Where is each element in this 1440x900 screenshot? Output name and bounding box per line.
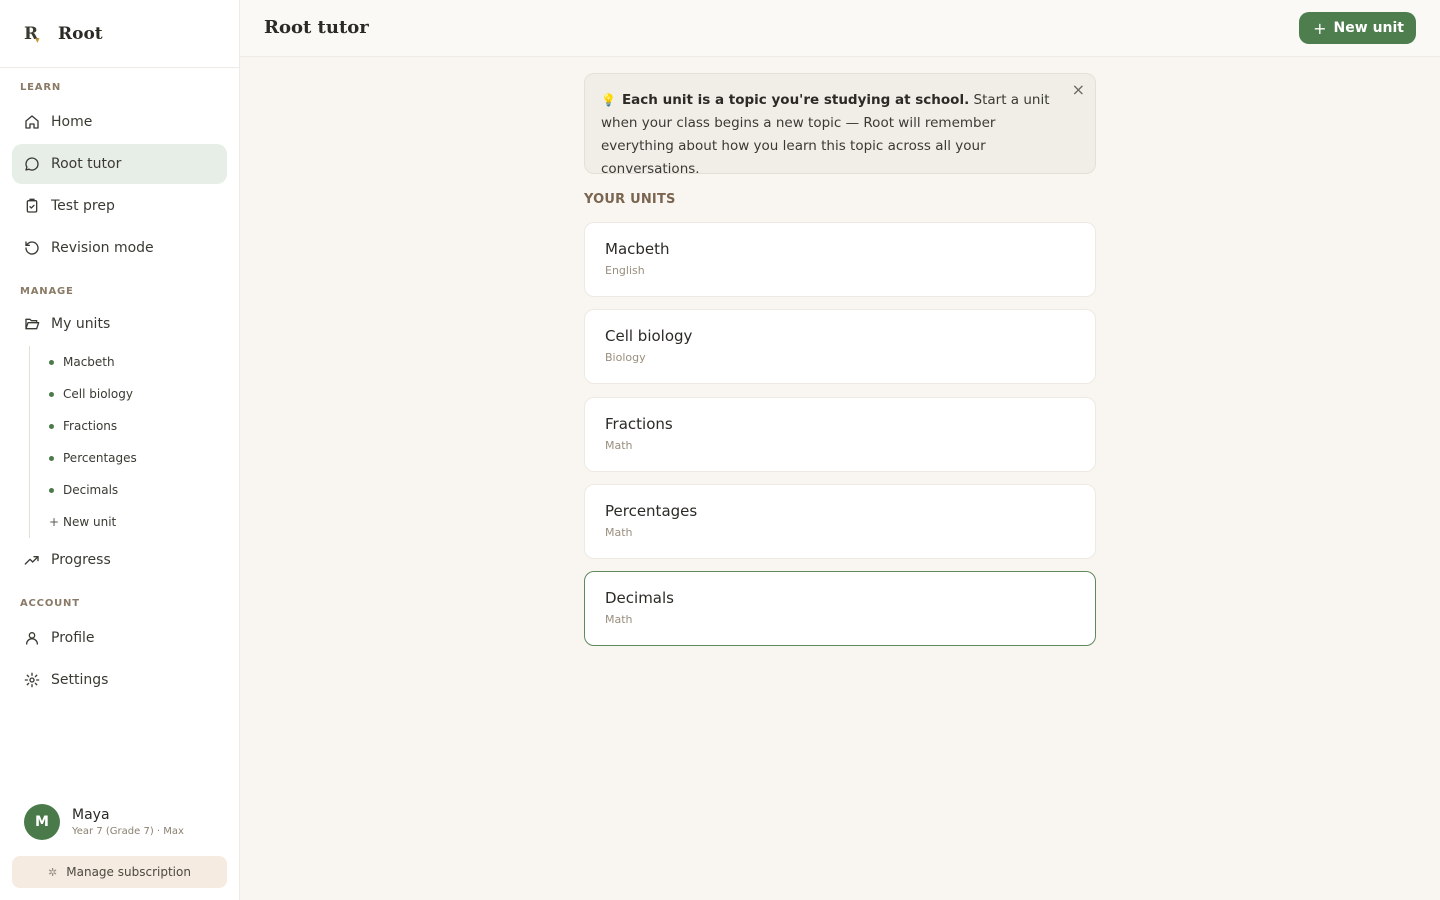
top-header: Root tutor + New unit [240, 0, 1440, 57]
manage-subscription-button[interactable]: ✲ Manage subscription [12, 856, 227, 888]
sidebar-item-label: Profile [51, 630, 95, 646]
user-meta: Year 7 (Grade 7) · Max [72, 826, 184, 837]
sidebar-item-root-tutor[interactable]: Root tutor [12, 144, 227, 184]
user-profile-card[interactable]: M Maya Year 7 (Grade 7) · Max [24, 804, 184, 840]
unit-card-percentages[interactable]: Percentages Math [584, 484, 1096, 559]
page-title: Root tutor [264, 17, 369, 38]
unit-subject: English [605, 264, 645, 277]
lightbulb-icon: 💡 [601, 93, 616, 107]
sidebar-item-label: Settings [51, 672, 109, 688]
unit-name: Percentages [605, 502, 698, 520]
clipboard-check-icon [26, 198, 38, 213]
bullet-dot-icon [49, 359, 54, 365]
section-label-learn: LEARN [20, 82, 62, 93]
info-banner: 💡 Each unit is a topic you're studying at… [584, 73, 1096, 177]
user-name: Maya [72, 807, 110, 823]
sidebar-item-revision-mode[interactable]: Revision mode [12, 228, 227, 268]
unit-card-cell-biology[interactable]: Cell biology Biology [584, 309, 1096, 384]
user-info: Maya Year 7 (Grade 7) · Max [72, 807, 184, 837]
sidebar-item-label: Progress [51, 552, 111, 568]
banner-bold-text: Each unit is a topic you're studying at … [621, 92, 970, 108]
unit-name: Fractions [605, 415, 673, 433]
unit-card-decimals[interactable]: Decimals Math [584, 571, 1096, 646]
bullet-dot-icon [49, 487, 54, 493]
rotate-ccw-icon [25, 241, 39, 255]
unit-subject: Biology [605, 351, 646, 364]
bullet-dot-icon [49, 455, 54, 461]
unit-subject: Math [605, 526, 633, 539]
gear-icon: ✲ [48, 865, 58, 879]
close-icon[interactable]: × [1072, 80, 1085, 100]
unit-subtree: Macbeth Cell biology Fractions Percentag… [29, 346, 229, 538]
sidebar-item-progress[interactable]: Progress [12, 540, 227, 580]
avatar: M [24, 804, 60, 840]
bullet-dot-icon [49, 391, 54, 397]
unit-name: Cell biology [605, 327, 693, 345]
section-label-manage: MANAGE [20, 286, 74, 297]
sidebar-unit-percentages[interactable]: Percentages [30, 442, 229, 474]
unit-card-macbeth[interactable]: Macbeth English [584, 222, 1096, 297]
sidebar-item-label: Home [51, 114, 93, 130]
bullet-dot-icon [49, 423, 54, 429]
home-icon [25, 115, 39, 129]
root-logo-icon: R▾ [24, 23, 40, 46]
sidebar-item-label: My units [51, 316, 111, 332]
sidebar-item-test-prep[interactable]: Test prep [12, 186, 227, 226]
new-unit-button[interactable]: + New unit [1299, 12, 1416, 44]
trending-up-icon [24, 556, 39, 565]
sidebar-item-label: Root tutor [51, 156, 122, 172]
sidebar-item-label: Revision mode [51, 240, 154, 256]
gear-icon [24, 672, 40, 688]
unit-name: Decimals [605, 589, 674, 607]
folder-open-icon [25, 318, 40, 330]
brand-name: Root [58, 23, 103, 44]
unit-name: Macbeth [605, 240, 670, 258]
section-label-account: ACCOUNT [20, 598, 80, 609]
sidebar-unit-fractions[interactable]: Fractions [30, 410, 229, 442]
sidebar-unit-cell-biology[interactable]: Cell biology [30, 378, 229, 410]
chat-bubble-icon [25, 157, 39, 171]
sidebar-item-profile[interactable]: Profile [12, 618, 227, 658]
sidebar-item-my-units[interactable]: My units [12, 304, 227, 344]
unit-card-fractions[interactable]: Fractions Math [584, 397, 1096, 472]
units-heading: YOUR UNITS [584, 192, 676, 207]
sidebar-unit-macbeth[interactable]: Macbeth [30, 346, 229, 378]
unit-subject: Math [605, 613, 633, 626]
sidebar-item-settings[interactable]: Settings [12, 660, 227, 700]
unit-subject: Math [605, 439, 633, 452]
sidebar-unit-decimals[interactable]: Decimals [30, 474, 229, 506]
plus-icon: + [1313, 18, 1327, 38]
plus-icon: + [49, 515, 60, 529]
sidebar-item-label: Test prep [51, 198, 115, 214]
sidebar: R▾ Root LEARN Home Root tutor Test prep … [0, 0, 240, 900]
sidebar-item-home[interactable]: Home [12, 102, 227, 142]
user-icon [26, 632, 38, 645]
sidebar-new-unit-link[interactable]: + New unit [30, 506, 229, 538]
brand[interactable]: R▾ Root [0, 0, 239, 68]
